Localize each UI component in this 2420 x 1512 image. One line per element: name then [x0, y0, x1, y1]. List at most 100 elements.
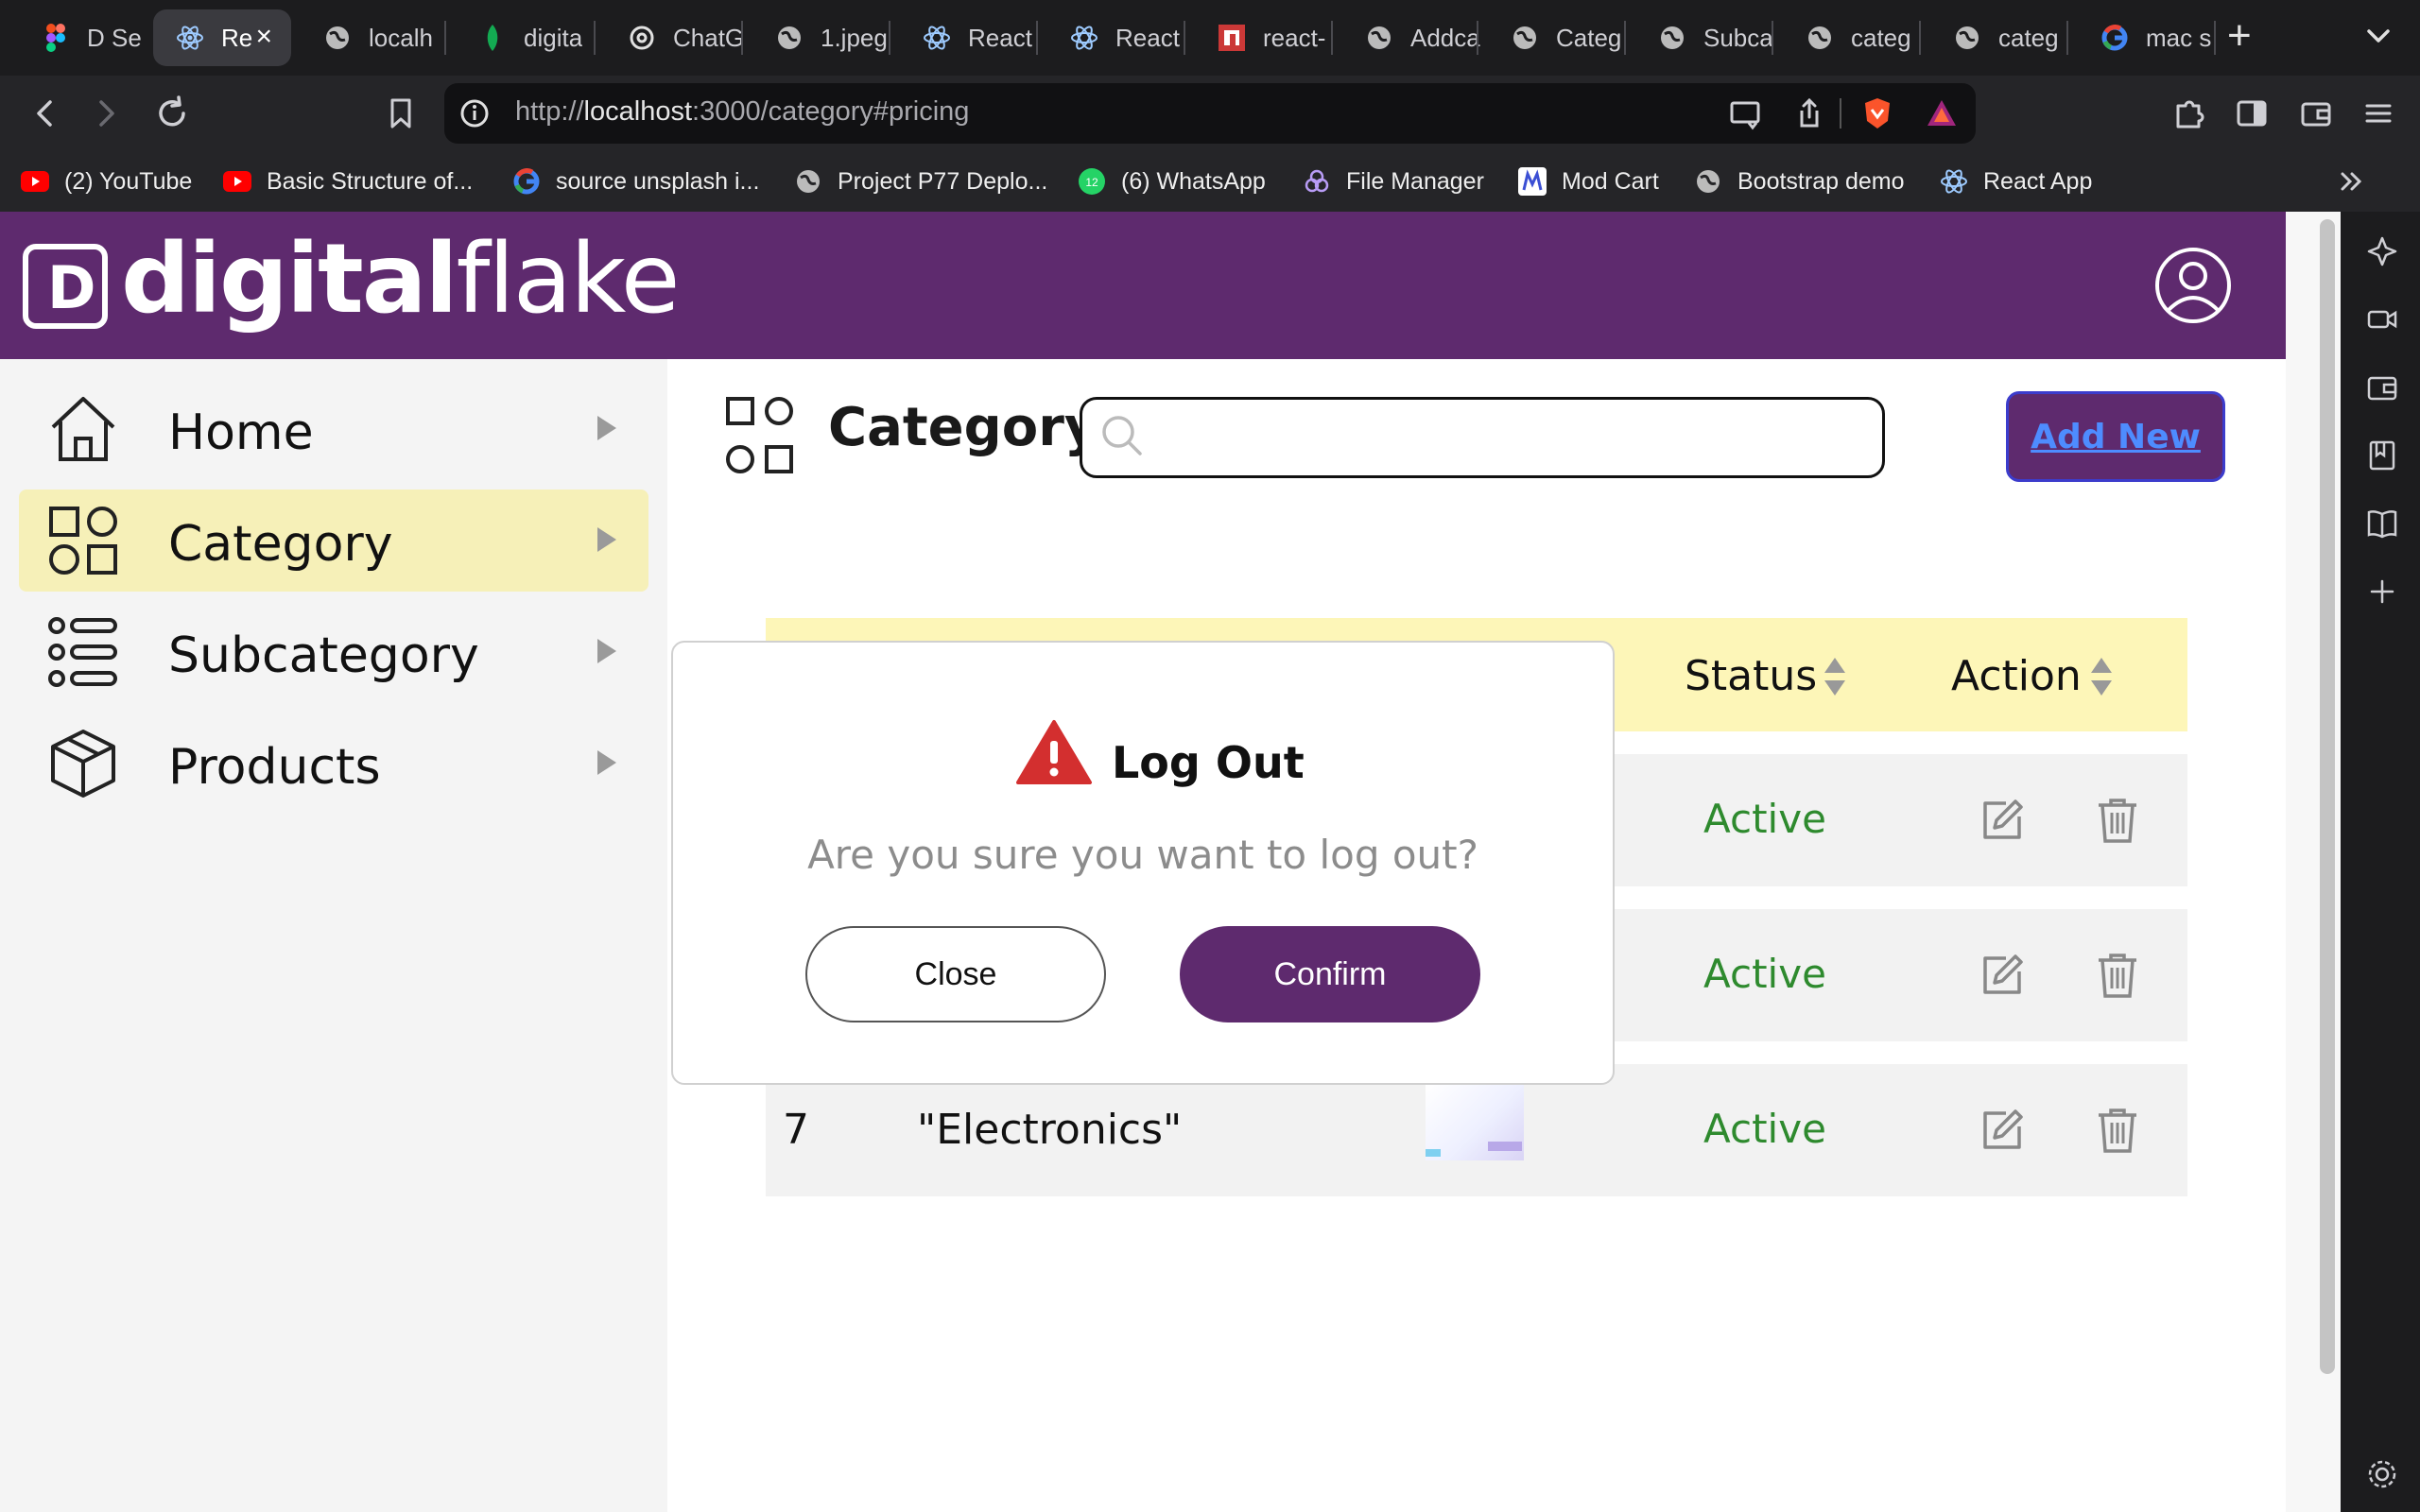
browser-tab[interactable]: localh: [301, 9, 442, 66]
sidebar-item-home[interactable]: Home: [19, 378, 648, 480]
leo-ai-icon[interactable]: [2363, 232, 2401, 270]
column-header-status[interactable]: Status: [1685, 652, 1817, 700]
browser-tab[interactable]: D Set: [19, 9, 142, 66]
bookmark-item[interactable]: React App: [1940, 164, 2092, 198]
browser-tab[interactable]: digita: [456, 9, 597, 66]
browser-tab[interactable]: 1.jpeg: [752, 9, 894, 66]
url-host: localhost: [583, 96, 693, 127]
edit-icon[interactable]: [1978, 796, 2027, 845]
url-text[interactable]: http://localhost:3000/category#pricing: [515, 96, 969, 128]
browser-tab[interactable]: react-: [1195, 9, 1337, 66]
bookmark-label: Mod Cart: [1562, 167, 1659, 195]
bookmark-label: File Manager: [1346, 167, 1484, 195]
cast-icon[interactable]: [1726, 94, 1764, 132]
bookmark-label: source unsplash i...: [556, 167, 760, 195]
react-icon: [923, 24, 951, 52]
menu-icon[interactable]: [2360, 94, 2397, 132]
status-badge: Active: [1703, 796, 1826, 842]
youtube-icon: [21, 167, 49, 196]
bookmark-item[interactable]: Project P77 Deplo...: [794, 164, 1047, 198]
browser-tab[interactable]: Subca: [1635, 9, 1777, 66]
browser-tab[interactable]: mac s: [2078, 9, 2220, 66]
bookmark-item[interactable]: (2) YouTube: [21, 164, 192, 198]
search-input[interactable]: [1157, 408, 1866, 467]
bookmark-label: React App: [1983, 167, 2093, 195]
add-new-button[interactable]: Add New: [2006, 391, 2225, 482]
browser-tab[interactable]: categ: [1783, 9, 1925, 66]
browser-tab[interactable]: React: [900, 9, 1042, 66]
forward-icon[interactable]: [85, 93, 127, 134]
tab-separator: [594, 21, 596, 55]
brave-rewards-icon[interactable]: [1923, 94, 1961, 132]
bookmark-label: (6) WhatsApp: [1121, 167, 1266, 195]
bookmark-item[interactable]: source unsplash i...: [512, 164, 759, 198]
category-grid-icon: [49, 507, 117, 575]
tab-title: D Set: [87, 23, 142, 52]
react-icon: [176, 24, 204, 52]
tab-separator: [1036, 21, 1038, 55]
edit-icon[interactable]: [1978, 951, 2027, 1000]
settings-gear-icon[interactable]: [2363, 1455, 2401, 1493]
wallet-icon[interactable]: [2297, 94, 2335, 132]
edit-icon[interactable]: [1978, 1106, 2027, 1155]
extensions-icon[interactable]: [2170, 94, 2208, 132]
delete-trash-icon[interactable]: [2093, 1106, 2142, 1155]
brave-shields-icon[interactable]: [1858, 94, 1896, 132]
share-icon[interactable]: [1790, 94, 1828, 132]
tab-separator: [1624, 21, 1626, 55]
browser-tab[interactable]: ChatG: [605, 9, 747, 66]
site-info-icon[interactable]: [456, 94, 493, 132]
scrollbar-thumb[interactable]: [2320, 219, 2335, 1374]
bookmark-icon[interactable]: [380, 93, 422, 134]
confirm-button[interactable]: Confirm: [1180, 926, 1480, 1022]
globe-icon: [1806, 24, 1834, 52]
add-panel-icon[interactable]: [2363, 573, 2401, 610]
sidebar-item-subcategory[interactable]: Subcategory: [19, 601, 648, 703]
sort-icon[interactable]: [1823, 656, 1847, 697]
mod-cart-icon: [1518, 167, 1547, 196]
close-tab-icon[interactable]: ×: [255, 23, 272, 51]
sort-icon[interactable]: [2089, 656, 2114, 697]
video-call-icon[interactable]: [2363, 301, 2401, 338]
close-button[interactable]: Close: [805, 926, 1106, 1022]
bookmark-label: Basic Structure of...: [267, 167, 474, 195]
bookmark-item[interactable]: 12 (6) WhatsApp: [1078, 164, 1266, 198]
bookmarks-panel-icon[interactable]: [2363, 437, 2401, 474]
sidebar-item-products[interactable]: Products: [19, 713, 648, 815]
browser-tab[interactable]: Categ: [1488, 9, 1630, 66]
back-icon[interactable]: [25, 93, 66, 134]
reading-list-icon[interactable]: [2363, 505, 2401, 542]
chevron-down-icon[interactable]: [2361, 19, 2395, 53]
delete-trash-icon[interactable]: [2093, 951, 2142, 1000]
browser-tab[interactable]: React: [1047, 9, 1189, 66]
google-icon: [2100, 24, 2129, 52]
browser-tab[interactable]: Addca: [1342, 9, 1484, 66]
more-bookmarks-icon[interactable]: [2335, 164, 2369, 198]
new-tab-button[interactable]: +: [2227, 15, 2252, 57]
bookmark-item[interactable]: File Manager: [1303, 164, 1484, 198]
delete-trash-icon[interactable]: [2093, 796, 2142, 845]
column-header-action[interactable]: Action: [1951, 652, 2082, 700]
file-manager-icon: [1303, 167, 1331, 196]
browser-tab-active[interactable]: Re ×: [153, 9, 291, 66]
tab-title: categ: [1998, 23, 2059, 52]
tab-separator: [1477, 21, 1478, 55]
reload-icon[interactable]: [151, 93, 193, 134]
url-prefix: http://: [515, 96, 584, 127]
globe-icon: [1365, 24, 1393, 52]
browser-tab[interactable]: categ: [1930, 9, 2072, 66]
sidebar-item-label: Subcategory: [168, 627, 479, 684]
user-profile-icon[interactable]: [2153, 246, 2233, 325]
whatsapp-icon: 12: [1078, 167, 1106, 196]
sidebar-toggle-icon[interactable]: [2233, 94, 2271, 132]
bookmark-item[interactable]: Mod Cart: [1518, 164, 1659, 198]
wallet-icon[interactable]: [2363, 369, 2401, 406]
home-icon: [51, 397, 115, 461]
logo-mark: D: [23, 244, 108, 329]
bookmark-item[interactable]: Bootstrap demo: [1694, 164, 1905, 198]
row-id: 7: [783, 1106, 809, 1154]
category-grid-icon: [726, 397, 793, 473]
bookmark-item[interactable]: Basic Structure of...: [223, 164, 473, 198]
tab-separator: [1919, 21, 1921, 55]
sidebar-item-category[interactable]: Category: [19, 490, 648, 592]
